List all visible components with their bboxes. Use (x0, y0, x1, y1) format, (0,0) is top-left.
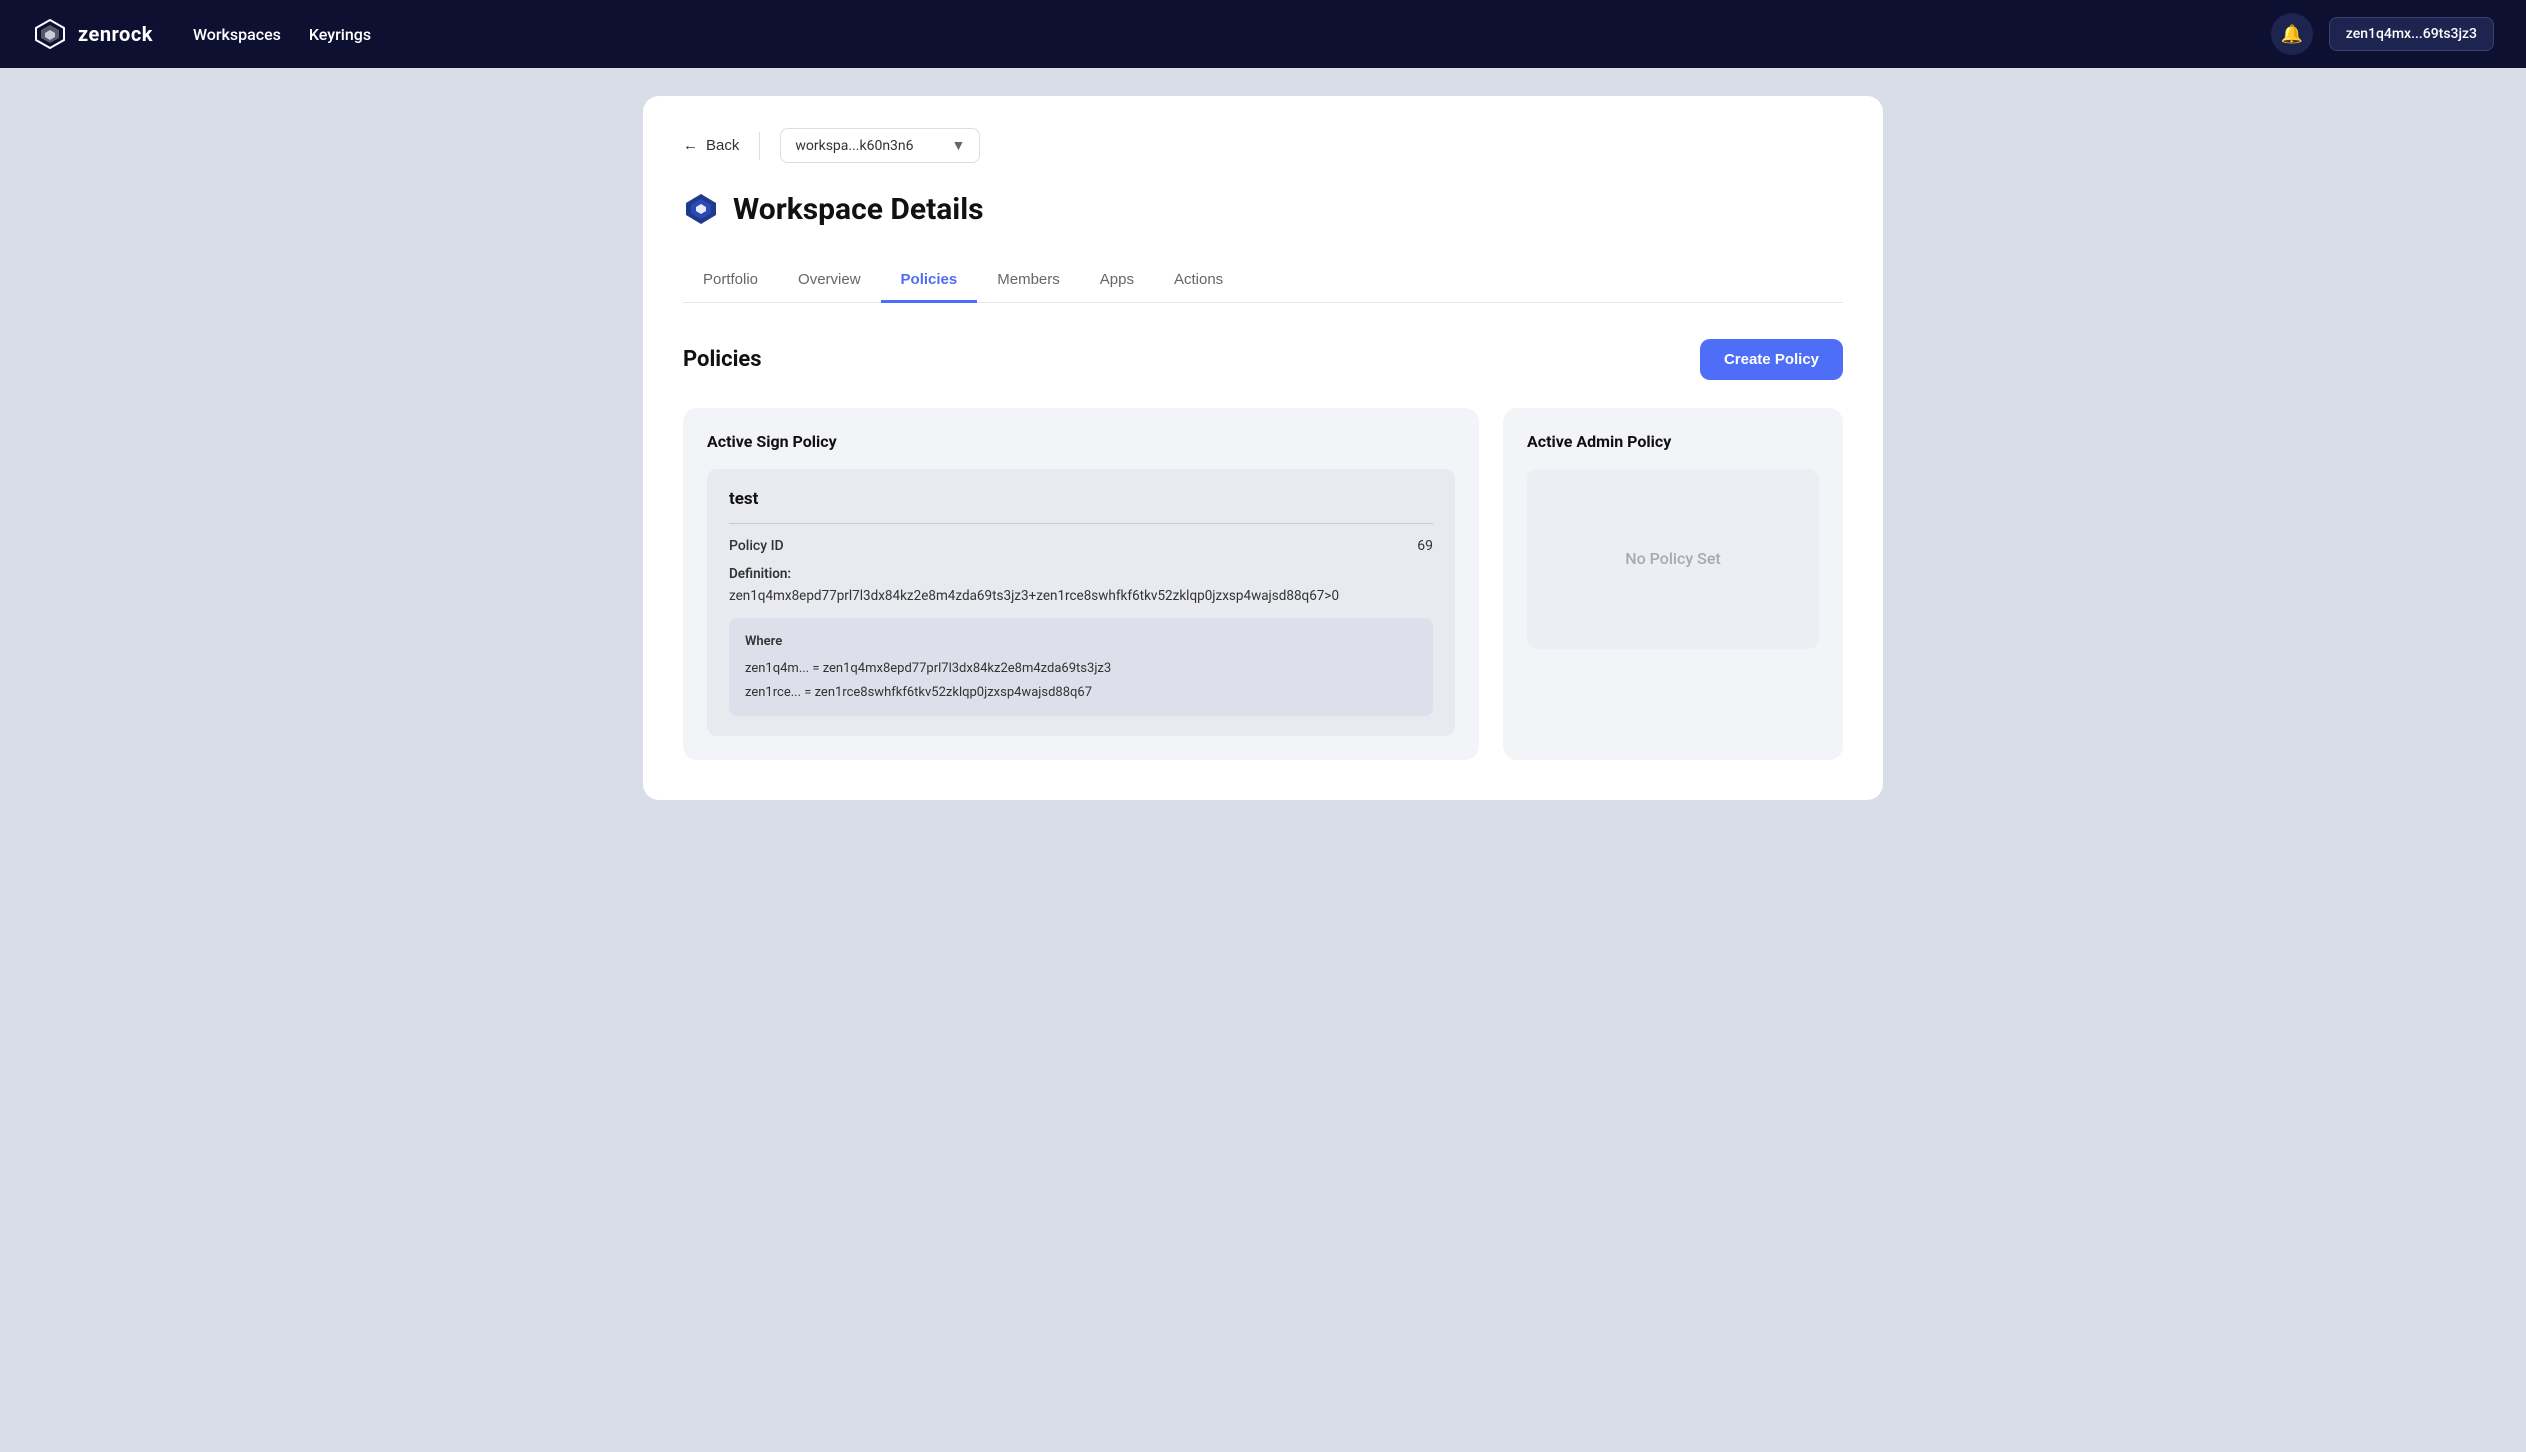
section-title: Policies (683, 347, 762, 372)
policy-panels: Active Sign Policy test Policy ID 69 Def… (683, 408, 1843, 761)
policy-id-label: Policy ID (729, 538, 784, 554)
back-arrow-icon: ← (683, 137, 698, 154)
back-label: Back (706, 137, 739, 154)
top-navigation: zenrock Workspaces Keyrings 🔔 zen1q4mx..… (0, 0, 2526, 68)
tab-apps[interactable]: Apps (1080, 259, 1154, 303)
nav-right: 🔔 zen1q4mx...69ts3jz3 (2271, 13, 2494, 55)
logo[interactable]: zenrock (32, 16, 153, 52)
create-policy-button[interactable]: Create Policy (1700, 339, 1843, 380)
tabs: Portfolio Overview Policies Members Apps… (683, 259, 1843, 303)
policy-id-value: 69 (1417, 538, 1433, 554)
policy-id-row: Policy ID 69 (729, 538, 1433, 554)
policy-where-item-0: zen1q4m... = zen1q4mx8epd77prl7l3dx84kz2… (745, 657, 1417, 680)
main-card: ← Back workspa...k60n3n6 ▼ Workspace Det… (643, 96, 1883, 800)
policy-where: Where zen1q4m... = zen1q4mx8epd77prl7l3d… (729, 618, 1433, 716)
policy-where-label: Where (745, 630, 1417, 653)
policy-definition-value: zen1q4mx8epd77prl7l3dx84kz2e8m4zda69ts3j… (729, 588, 1339, 604)
bell-icon: 🔔 (2281, 24, 2303, 45)
workspace-icon (683, 191, 719, 227)
tab-members[interactable]: Members (977, 259, 1080, 303)
back-divider (759, 132, 760, 160)
active-sign-policy-card: test Policy ID 69 Definition: zen1q4mx8e… (707, 469, 1455, 737)
back-row: ← Back workspa...k60n3n6 ▼ (683, 128, 1843, 163)
nav-workspaces[interactable]: Workspaces (193, 25, 281, 44)
logo-text: zenrock (78, 22, 153, 46)
policy-where-item-1: zen1rce... = zen1rce8swhfkf6tkv52zklqp0j… (745, 681, 1417, 704)
no-policy-set: No Policy Set (1527, 469, 1819, 649)
tab-actions[interactable]: Actions (1154, 259, 1243, 303)
page-title: Workspace Details (733, 192, 984, 227)
active-admin-policy-panel: Active Admin Policy No Policy Set (1503, 408, 1843, 761)
nav-links: Workspaces Keyrings (193, 25, 371, 44)
policy-name: test (729, 489, 1433, 524)
tab-overview[interactable]: Overview (778, 259, 881, 303)
tab-policies[interactable]: Policies (881, 259, 978, 303)
page-title-row: Workspace Details (683, 191, 1843, 227)
active-admin-policy-title: Active Admin Policy (1527, 432, 1819, 451)
policy-definition: Definition: zen1q4mx8epd77prl7l3dx84kz2e… (729, 564, 1433, 607)
wallet-address-badge[interactable]: zen1q4mx...69ts3jz3 (2329, 17, 2494, 51)
workspace-selector-value: workspa...k60n3n6 (795, 138, 913, 154)
active-sign-policy-panel: Active Sign Policy test Policy ID 69 Def… (683, 408, 1479, 761)
policy-definition-label: Definition: (729, 564, 1433, 584)
nav-left: zenrock Workspaces Keyrings (32, 16, 371, 52)
active-sign-policy-title: Active Sign Policy (707, 432, 1455, 451)
section-header: Policies Create Policy (683, 339, 1843, 380)
workspace-selector[interactable]: workspa...k60n3n6 ▼ (780, 128, 980, 163)
chevron-down-icon: ▼ (952, 137, 966, 154)
notifications-button[interactable]: 🔔 (2271, 13, 2313, 55)
back-button[interactable]: ← Back (683, 137, 739, 154)
nav-keyrings[interactable]: Keyrings (309, 25, 371, 44)
tab-portfolio[interactable]: Portfolio (683, 259, 778, 303)
main-wrapper: ← Back workspa...k60n3n6 ▼ Workspace Det… (603, 68, 1923, 828)
